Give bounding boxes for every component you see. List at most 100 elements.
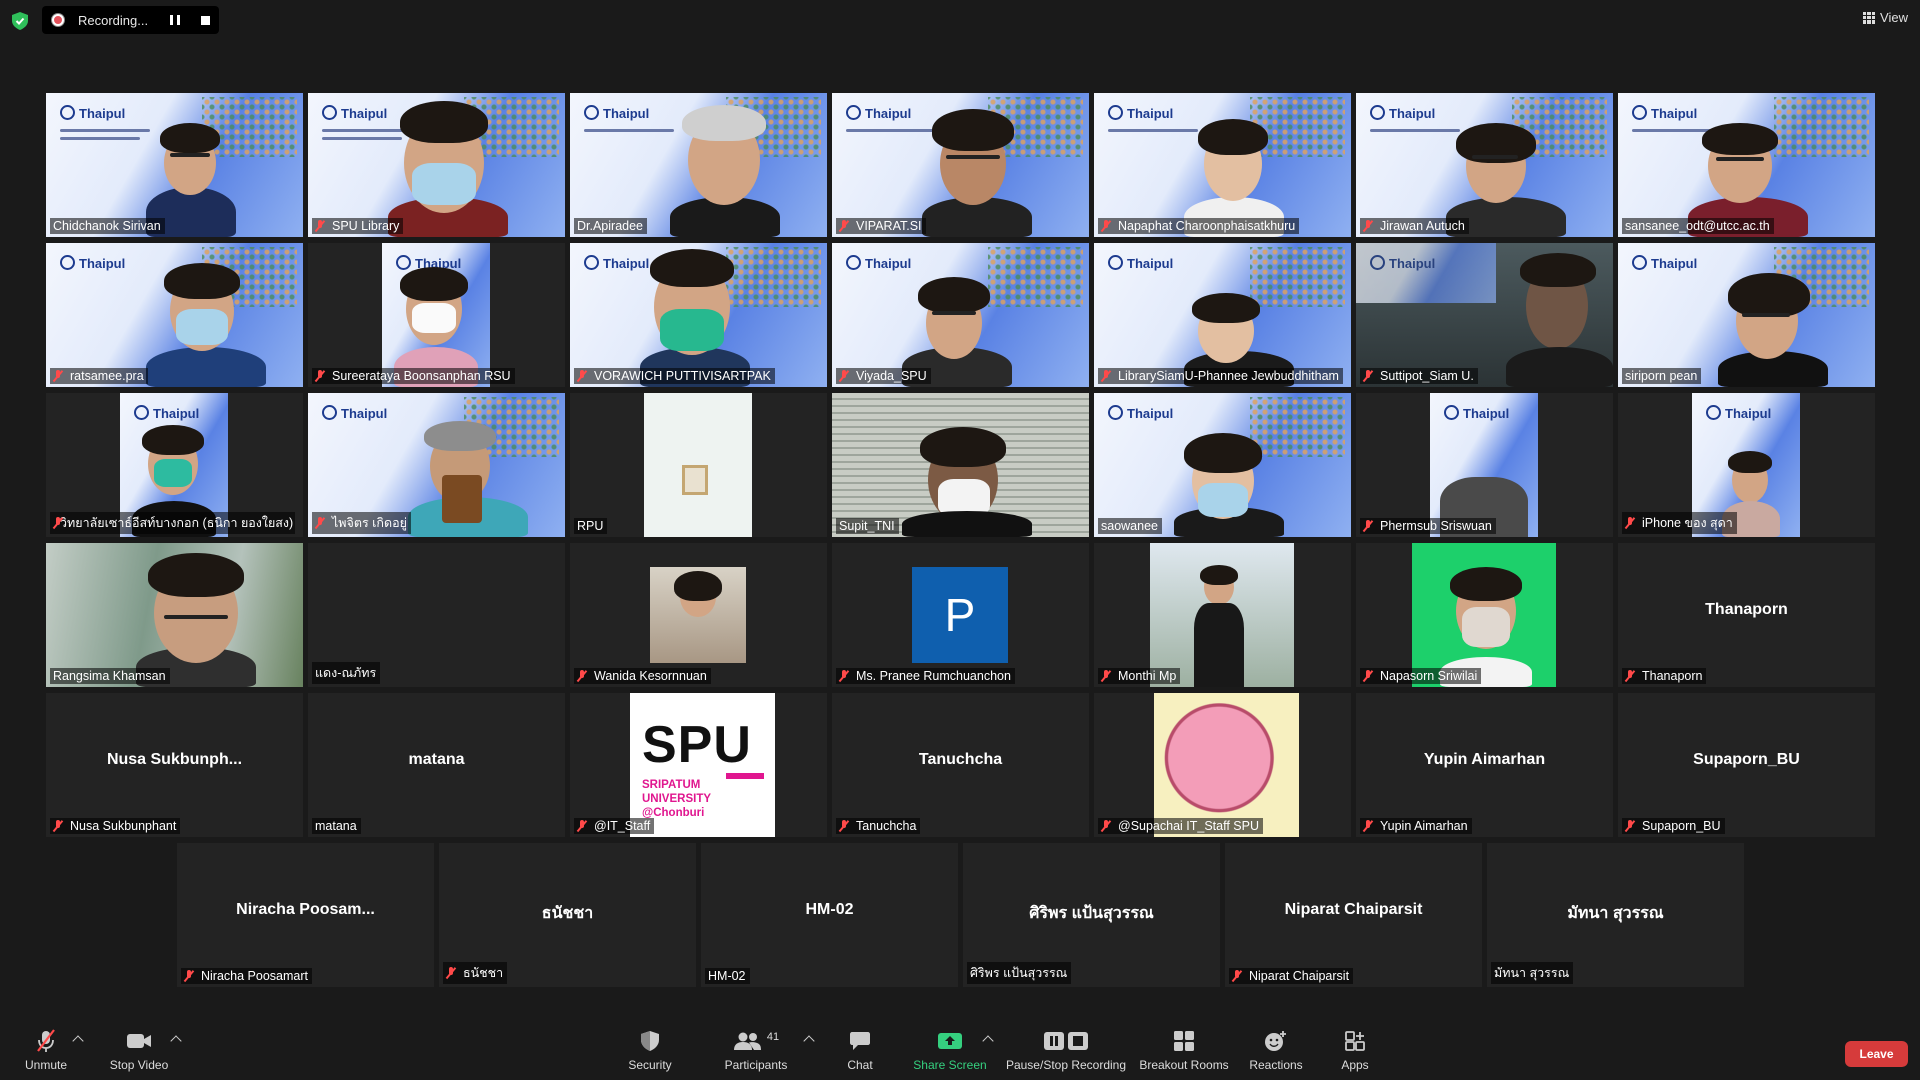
mic-muted-icon <box>839 220 849 232</box>
participant-tile[interactable]: Wanida Kesornnuan <box>570 543 827 687</box>
participant-tile[interactable]: ศิริพร แป้นสุวรรณ ศิริพร แป้นสุวรรณ <box>963 843 1220 987</box>
participant-tile[interactable]: P Ms. Pranee Rumchuanchon <box>832 543 1089 687</box>
recording-label: Recording... <box>78 12 149 28</box>
participant-name: Sureerataya Boonsanphan RSU <box>312 368 515 384</box>
participant-tile-active-speaker[interactable]: Rangsima Khamsan <box>46 543 303 687</box>
recording-indicator: Recording... <box>42 6 219 34</box>
participant-display-name: HM-02 <box>805 901 854 918</box>
participant-tile[interactable]: matana matana <box>308 693 565 837</box>
participant-tile[interactable]: แดง-ณภัทร <box>308 543 565 687</box>
mic-muted-icon <box>1101 370 1111 382</box>
participant-tile[interactable]: Monthi Mp <box>1094 543 1351 687</box>
participant-name: Nusa Sukbunphant <box>50 818 181 834</box>
participant-tile[interactable]: Thaipul Suttipot_Siam U. <box>1356 243 1613 387</box>
participant-tile[interactable]: HM-02 HM-02 <box>701 843 958 987</box>
participant-tile[interactable]: @Supachai IT_Staff SPU <box>1094 693 1351 837</box>
participant-tile[interactable]: Thaipul sansanee_odt@utcc.ac.th <box>1618 93 1875 237</box>
reactions-button[interactable]: Reactions <box>1246 1028 1306 1072</box>
mic-muted-icon <box>1363 820 1373 832</box>
participant-name: Supit_TNI <box>836 518 899 534</box>
security-button[interactable]: Security <box>620 1028 680 1072</box>
participant-name: Jirawan Autuch <box>1360 218 1469 234</box>
participant-tile[interactable]: Thanaporn Thanaporn <box>1618 543 1875 687</box>
participant-tile[interactable]: Thaipul Phermsub Sriswuan <box>1356 393 1613 537</box>
participant-tile[interactable]: Thaipul Jirawan Autuch <box>1356 93 1613 237</box>
participant-tile[interactable]: Thaipul Viyada_SPU <box>832 243 1089 387</box>
participant-display-name: matana <box>408 751 465 768</box>
participants-button[interactable]: 41 Participants <box>720 1028 792 1072</box>
chat-button[interactable]: Chat <box>840 1028 880 1072</box>
participant-name: Yupin Aimarhan <box>1360 818 1472 834</box>
participant-name: วิทยาลัยเซาธ์อีสท์บางกอก (ธนิกา ยองใยสง) <box>50 512 295 534</box>
leave-button[interactable]: Leave <box>1845 1041 1908 1067</box>
participant-tile[interactable]: มัทนา สุวรรณ มัทนา สุวรรณ <box>1487 843 1744 987</box>
mic-muted-icon <box>1232 970 1242 982</box>
participant-tile[interactable]: Thaipul LibrarySiamU-Phannee Jewbuddhith… <box>1094 243 1351 387</box>
chat-label: Chat <box>847 1058 873 1072</box>
participant-name: Chidchanok Sirivan <box>50 218 165 234</box>
participant-name: SPU Library <box>312 218 404 234</box>
shield-icon <box>641 1031 659 1051</box>
participant-tile[interactable]: Supaporn_BU Supaporn_BU <box>1618 693 1875 837</box>
participant-tile[interactable]: Thaipul ไพจิตร เกิดอยู่ <box>308 393 565 537</box>
participant-tile[interactable]: Thaipul saowanee <box>1094 393 1351 537</box>
participant-tile[interactable]: Thaipul SPU Library <box>308 93 565 237</box>
participant-tile[interactable]: Thaipul วิทยาลัยเซาธ์อีสท์บางกอก (ธนิกา … <box>46 393 303 537</box>
participant-name: Rangsima Khamsan <box>50 668 170 684</box>
participant-name: matana <box>312 818 361 834</box>
participant-tile[interactable]: Thaipul VORAWICH PUTTIVISARTPAK <box>570 243 827 387</box>
participant-tile[interactable]: Thaipul Chidchanok Sirivan <box>46 93 303 237</box>
participant-tile[interactable]: Thaipul VIPARAT.SI <box>832 93 1089 237</box>
participant-display-name: ศิริพร แป้นสุวรรณ <box>1029 905 1154 922</box>
participant-name: มัทนา สุวรรณ <box>1491 962 1574 984</box>
share-screen-icon <box>938 1033 962 1049</box>
participant-name: Tanuchcha <box>836 818 921 834</box>
view-label: View <box>1880 10 1908 25</box>
participant-tile[interactable]: Supit_TNI <box>832 393 1089 537</box>
participant-tile[interactable]: Thaipul iPhone ของ สุดา <box>1618 393 1875 537</box>
participant-tile[interactable]: ธนัชชา ธนัชชา <box>439 843 696 987</box>
participant-name: Viyada_SPU <box>836 368 931 384</box>
participant-tile[interactable]: Thaipul Napaphat Charoonphaisatkhuru <box>1094 93 1351 237</box>
mic-muted-icon <box>1363 520 1373 532</box>
participant-tile[interactable]: Niracha Poosam... Niracha Poosamart <box>177 843 434 987</box>
stop-icon <box>200 15 210 25</box>
participant-tile[interactable]: Thaipul ratsamee.pra <box>46 243 303 387</box>
participant-name: Suttipot_Siam U. <box>1360 368 1478 384</box>
participant-name: saowanee <box>1098 518 1162 534</box>
participant-name: ไพจิตร เกิดอยู่ <box>312 512 411 534</box>
mic-muted-icon <box>577 670 587 682</box>
participant-tile[interactable]: Napasorn Sriwilai <box>1356 543 1613 687</box>
participant-name: Niparat Chaiparsit <box>1229 968 1354 984</box>
participant-tile[interactable]: Thaipul siriporn pean <box>1618 243 1875 387</box>
unmute-button[interactable]: Unmute <box>16 1028 76 1072</box>
view-button[interactable]: View <box>1863 10 1908 25</box>
pause-recording-button[interactable] <box>162 10 188 30</box>
participant-tile[interactable]: SPU SRIPATUM UNIVERSITY @Chonburi @IT_St… <box>570 693 827 837</box>
participant-name: VORAWICH PUTTIVISARTPAK <box>574 368 775 384</box>
participant-tile[interactable]: Thaipul Dr.Apiradee <box>570 93 827 237</box>
share-screen-button[interactable]: Share Screen <box>912 1028 988 1072</box>
participant-name: ธนัชชา <box>443 962 508 984</box>
mic-muted-icon <box>839 370 849 382</box>
participant-tile[interactable]: Nusa Sukbunph... Nusa Sukbunphant <box>46 693 303 837</box>
participant-name: @IT_Staff <box>574 818 655 834</box>
grid-icon <box>1863 11 1876 24</box>
participant-display-name: Nusa Sukbunph... <box>106 751 243 768</box>
participant-tile[interactable]: Thaipul Sureerataya Boonsanphan RSU <box>308 243 565 387</box>
stop-video-button[interactable]: Stop Video <box>104 1028 174 1072</box>
participant-tile[interactable]: Yupin Aimarhan Yupin Aimarhan <box>1356 693 1613 837</box>
mic-muted-icon <box>1101 670 1111 682</box>
participant-tile[interactable]: Tanuchcha Tanuchcha <box>832 693 1089 837</box>
breakout-rooms-button[interactable]: Breakout Rooms <box>1138 1028 1230 1072</box>
participant-name: RPU <box>574 518 608 534</box>
stop-recording-button[interactable] <box>192 10 218 30</box>
participant-tile[interactable]: Niparat Chaiparsit Niparat Chaiparsit <box>1225 843 1482 987</box>
apps-button[interactable]: Apps <box>1336 1028 1374 1072</box>
cartoon-avatar-image <box>1154 693 1299 837</box>
pause-stop-recording-button[interactable]: Pause/Stop Recording <box>1004 1028 1128 1072</box>
participant-display-name: Thanaporn <box>1705 601 1788 618</box>
participants-options-caret-icon[interactable] <box>803 1035 815 1047</box>
participant-tile[interactable]: RPU <box>570 393 827 537</box>
shield-icon[interactable] <box>12 12 28 30</box>
